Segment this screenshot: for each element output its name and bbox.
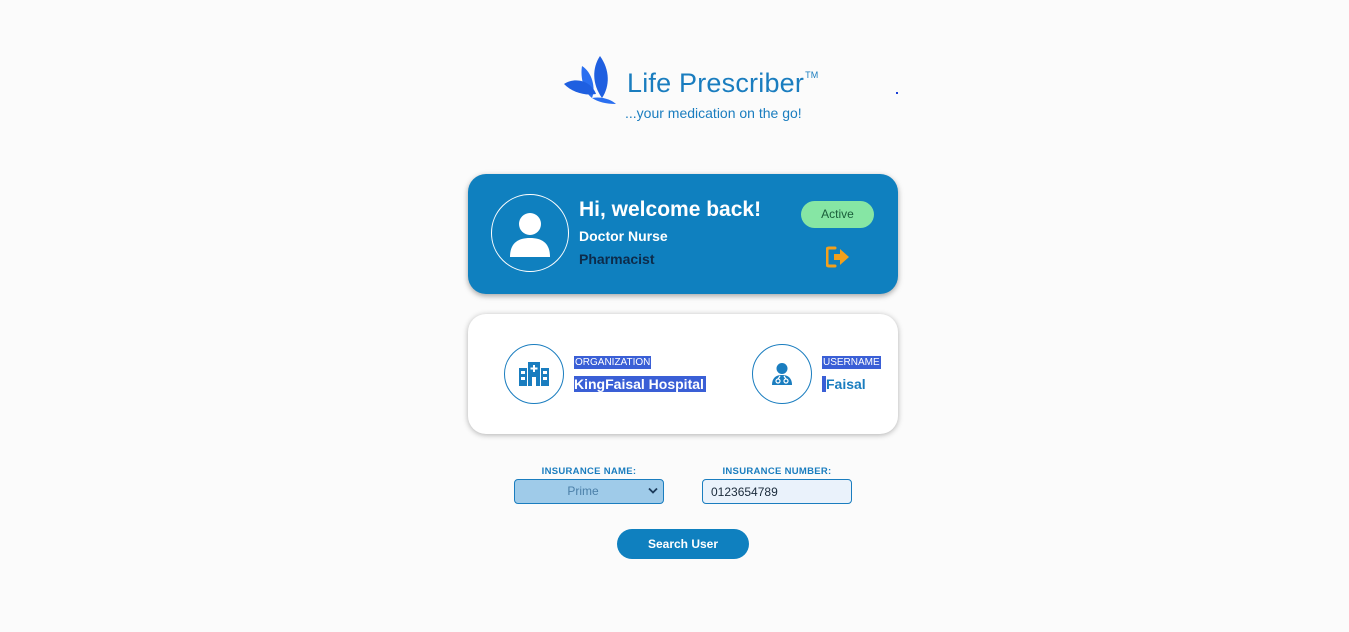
trademark-mark: TM: [805, 70, 819, 80]
username-value: Faisal: [822, 376, 866, 392]
leaf-logo-icon: [564, 56, 616, 104]
username-label: USERNAME: [822, 356, 881, 369]
user-icon: [510, 213, 550, 257]
brand-name-text: Life Prescriber: [627, 68, 805, 98]
username-icon-circle: [752, 344, 812, 404]
brand-logo: Life PrescriberTM ...your medication on …: [562, 54, 832, 124]
insurance-number-input[interactable]: [702, 479, 852, 504]
organization-value: KingFaisal Hospital: [574, 376, 706, 392]
hospital-icon: [519, 362, 549, 386]
search-user-button[interactable]: Search User: [617, 529, 749, 559]
decorative-dot: [896, 92, 898, 94]
doctor-icon: [772, 363, 792, 385]
chevron-down-icon: [648, 487, 658, 494]
role-primary: Doctor Nurse: [579, 228, 668, 244]
insurance-name-selected: Prime: [567, 484, 599, 498]
welcome-greeting: Hi, welcome back!: [579, 198, 762, 221]
organization-label: ORGANIZATION: [574, 356, 652, 369]
role-secondary: Pharmacist: [579, 251, 655, 267]
insurance-name-select[interactable]: Prime: [514, 479, 664, 504]
organization-icon-circle: [504, 344, 564, 404]
info-card: ORGANIZATION KingFaisal Hospital USERNAM…: [468, 314, 898, 434]
logout-icon[interactable]: [826, 246, 850, 268]
insurance-name-label: INSURANCE NAME:: [541, 466, 637, 477]
welcome-card: Hi, welcome back! Doctor Nurse Pharmacis…: [468, 174, 898, 294]
insurance-number-label: INSURANCE NUMBER:: [722, 466, 832, 477]
status-badge: Active: [801, 201, 874, 228]
brand-tagline: ...your medication on the go!: [625, 105, 802, 121]
avatar: [491, 194, 569, 272]
brand-name: Life PrescriberTM: [627, 68, 818, 99]
